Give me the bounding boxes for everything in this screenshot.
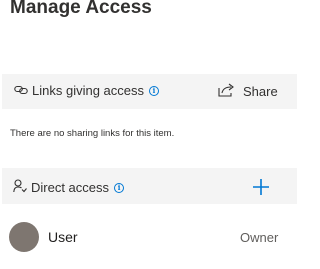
avatar [9,222,39,252]
share-button-label: Share [243,84,278,99]
links-section-title: Links giving access i [14,83,159,98]
direct-access-label: Direct access [31,180,110,195]
link-icon [14,83,28,98]
manage-access-panel: Manage Access Links giving access i Shar… [0,0,297,269]
person-icon [13,179,27,196]
share-button[interactable]: Share [218,83,278,100]
plus-icon [252,178,270,201]
add-people-button[interactable] [252,178,270,196]
no-links-message: There are no sharing links for this item… [10,128,175,139]
page-title: Manage Access [10,0,152,18]
direct-access-title: Direct access i [13,179,125,196]
links-section-label: Links giving access [32,83,144,98]
member-name: User [48,229,78,245]
info-icon[interactable]: i [114,182,125,193]
info-icon[interactable]: i [149,85,159,96]
share-icon [218,83,235,100]
member-role[interactable]: Owner [240,230,278,245]
